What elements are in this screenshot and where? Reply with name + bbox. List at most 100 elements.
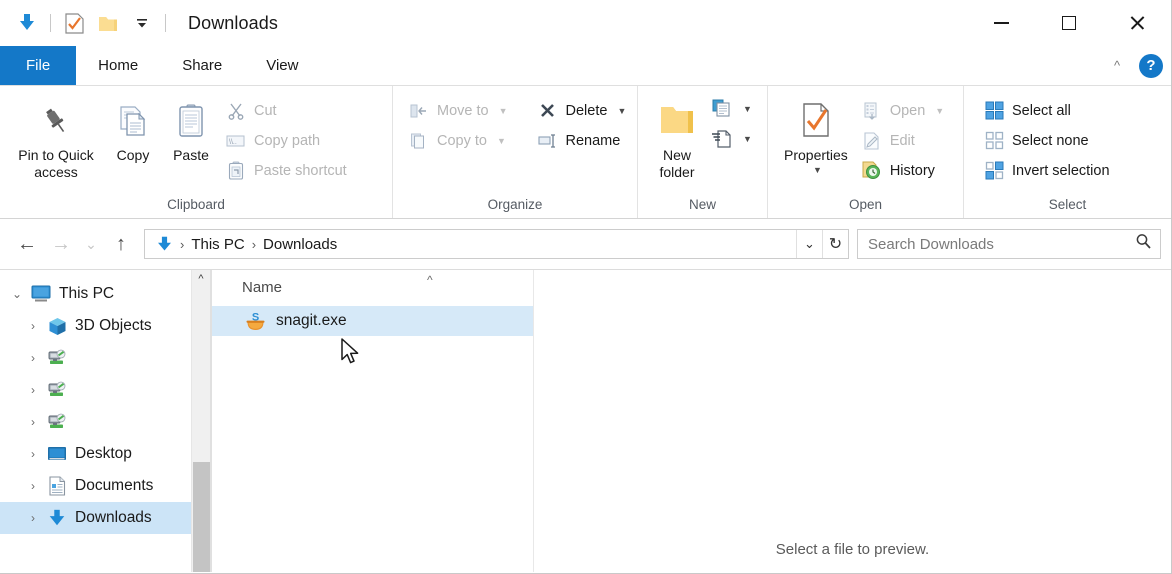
- paste-shortcut-label: Paste shortcut: [254, 162, 347, 179]
- expander-collapsed-icon[interactable]: ›: [22, 347, 44, 369]
- invert-selection-button[interactable]: Invert selection: [978, 156, 1118, 185]
- nav-item-3d-objects[interactable]: › 3D Objects: [0, 310, 210, 342]
- copy-to-caret-icon[interactable]: ▼: [497, 136, 506, 146]
- copy-path-icon: \\..: [225, 130, 247, 152]
- move-to-caret-icon[interactable]: ▼: [499, 106, 508, 116]
- delete-button[interactable]: Delete ▼: [532, 96, 635, 125]
- expander-collapsed-icon[interactable]: ›: [22, 379, 44, 401]
- copy-path-button[interactable]: \\.. Copy path: [220, 126, 355, 155]
- open-label: Open: [889, 102, 926, 119]
- tab-home[interactable]: Home: [76, 46, 161, 85]
- scroll-up-arrow-icon[interactable]: ^: [192, 270, 210, 288]
- file-name-label: snagit.exe: [276, 312, 347, 329]
- breadcrumb-bar[interactable]: › This PC › Downloads ⌄ ↻: [144, 229, 849, 259]
- nav-item-desktop[interactable]: › Desktop: [0, 438, 210, 470]
- up-button[interactable]: ↑: [104, 227, 138, 261]
- easy-access-button[interactable]: ▼: [706, 124, 760, 153]
- collapse-ribbon-chevron-icon[interactable]: ^: [1103, 52, 1131, 80]
- file-explorer-window: Downloads File Home Share View ^ ? Pin t…: [0, 0, 1172, 574]
- nav-item-documents[interactable]: › Documents: [0, 470, 210, 502]
- help-button[interactable]: ?: [1139, 53, 1163, 78]
- refresh-icon[interactable]: ↻: [822, 230, 848, 258]
- tab-view[interactable]: View: [244, 46, 320, 85]
- clipboard-small-buttons: Cut \\.. Copy path Paste shortcut: [220, 92, 355, 185]
- navigation-pane-scrollbar[interactable]: ^: [191, 270, 210, 572]
- maximize-icon: [1062, 16, 1076, 30]
- search-box[interactable]: [857, 229, 1161, 259]
- back-button[interactable]: ←: [10, 227, 44, 261]
- paste-button[interactable]: Paste: [162, 92, 220, 164]
- pin-to-quick-access-button[interactable]: Pin to Quick access: [8, 92, 104, 181]
- customize-qat-dropdown[interactable]: [125, 6, 159, 40]
- expander-collapsed-icon[interactable]: ›: [22, 475, 44, 497]
- maximize-button[interactable]: [1035, 0, 1103, 46]
- copy-button[interactable]: Copy: [104, 92, 162, 164]
- expander-expanded-icon[interactable]: ⌄: [6, 283, 28, 305]
- breadcrumb-downloads[interactable]: Downloads: [259, 236, 341, 253]
- breadcrumb-this-pc[interactable]: This PC: [187, 236, 248, 253]
- delete-caret-icon[interactable]: ▼: [617, 106, 626, 116]
- desktop-icon: [44, 443, 70, 465]
- scrollbar-thumb[interactable]: [193, 462, 210, 572]
- expander-collapsed-icon[interactable]: ›: [22, 443, 44, 465]
- open-caret-icon[interactable]: ▼: [935, 106, 944, 116]
- minimize-button[interactable]: [967, 0, 1035, 46]
- nav-item-label: Documents: [75, 477, 154, 494]
- ribbon-tab-strip: File Home Share View ^ ?: [0, 46, 1171, 85]
- recent-locations-button[interactable]: ⌄: [78, 227, 104, 261]
- nav-item-network-drive-1[interactable]: ›: [0, 342, 210, 374]
- nav-item-downloads[interactable]: › Downloads: [0, 502, 210, 534]
- easy-access-caret-icon[interactable]: ▼: [743, 134, 752, 144]
- breadcrumb-separator-0: ›: [180, 236, 185, 252]
- table-row[interactable]: S snagit.exe: [212, 306, 533, 336]
- new-folder-icon[interactable]: [91, 6, 125, 40]
- edit-button[interactable]: Edit: [856, 126, 952, 155]
- address-dropdown-chevron-icon[interactable]: ⌄: [796, 230, 822, 258]
- window-title: Downloads: [188, 12, 278, 33]
- move-to-button[interactable]: Move to ▼: [403, 96, 516, 125]
- select-none-button[interactable]: Select none: [978, 126, 1118, 155]
- move-to-label: Move to: [437, 102, 489, 119]
- rename-button[interactable]: Rename: [532, 126, 635, 155]
- close-button[interactable]: [1103, 0, 1171, 46]
- paste-shortcut-button[interactable]: Paste shortcut: [220, 156, 355, 185]
- forward-button[interactable]: →: [44, 227, 78, 261]
- cut-button[interactable]: Cut: [220, 96, 355, 125]
- history-button[interactable]: History: [856, 156, 952, 185]
- search-icon[interactable]: [1135, 233, 1152, 255]
- preview-pane: Select a file to preview.: [534, 270, 1171, 572]
- search-input[interactable]: [868, 235, 1135, 253]
- column-header-name[interactable]: Name: [242, 279, 282, 296]
- new-item-icon: [711, 98, 733, 120]
- select-all-button[interactable]: Select all: [978, 96, 1118, 125]
- downloads-arrow-icon[interactable]: [10, 6, 44, 40]
- invert-selection-icon: [983, 160, 1005, 182]
- properties-icon[interactable]: [57, 6, 91, 40]
- address-bar: ← → ⌄ ↑ › This PC › Downloads ⌄ ↻: [0, 219, 1171, 269]
- open-button[interactable]: Open ▼: [856, 96, 952, 125]
- properties-label: Properties: [784, 147, 848, 163]
- tab-share[interactable]: Share: [160, 46, 244, 85]
- nav-item-this-pc[interactable]: ⌄ This PC: [0, 278, 210, 310]
- properties-button[interactable]: Properties ▼: [776, 92, 856, 175]
- breadcrumb-separator-1: ›: [251, 236, 257, 252]
- new-folder-button[interactable]: New folder: [648, 92, 706, 181]
- properties-caret-icon[interactable]: ▼: [813, 165, 822, 175]
- scissors-icon: [225, 100, 247, 122]
- network-drive-icon: [44, 347, 70, 369]
- copy-icon: [115, 96, 151, 146]
- expander-collapsed-icon[interactable]: ›: [22, 315, 44, 337]
- expander-collapsed-icon[interactable]: ›: [22, 411, 44, 433]
- nav-item-label: 3D Objects: [75, 317, 152, 334]
- expander-collapsed-icon[interactable]: ›: [22, 507, 44, 529]
- tab-file[interactable]: File: [0, 46, 77, 85]
- edit-icon: [861, 130, 883, 152]
- network-drive-icon: [44, 379, 70, 401]
- new-item-button[interactable]: ▼: [706, 94, 760, 123]
- new-item-caret-icon[interactable]: ▼: [743, 104, 752, 114]
- 3d-objects-icon: [44, 315, 70, 337]
- explorer-body: ⌄ This PC › 3D Objects › › › › Desktop ›…: [0, 269, 1171, 572]
- nav-item-network-drive-3[interactable]: ›: [0, 406, 210, 438]
- copy-to-button[interactable]: Copy to ▼: [403, 126, 516, 155]
- nav-item-network-drive-2[interactable]: ›: [0, 374, 210, 406]
